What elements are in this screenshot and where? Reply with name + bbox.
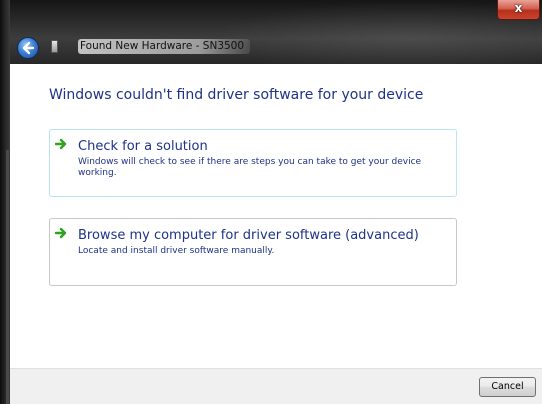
hardware-device-icon <box>51 40 58 53</box>
back-button[interactable] <box>17 37 39 59</box>
page-heading: Windows couldn't find driver software fo… <box>49 87 424 103</box>
cancel-button[interactable]: Cancel <box>479 377 536 397</box>
option-title: Browse my computer for driver software (… <box>78 228 419 243</box>
window-frame-left <box>0 0 10 404</box>
main-content: Windows couldn't find driver software fo… <box>10 64 542 368</box>
dialog-footer: Cancel <box>10 368 542 404</box>
dialog-window: x Found New Hardware - SN3500 Windows co… <box>0 0 542 404</box>
title-bar[interactable] <box>10 0 542 64</box>
option-title: Check for a solution <box>78 139 208 154</box>
green-arrow-icon <box>55 138 67 150</box>
browse-computer-option[interactable]: Browse my computer for driver software (… <box>49 218 457 286</box>
close-icon: x <box>514 1 523 15</box>
green-arrow-icon <box>55 227 67 239</box>
option-description: Windows will check to see if there are s… <box>78 157 422 178</box>
option-description: Locate and install driver software manua… <box>78 246 275 256</box>
close-button[interactable]: x <box>497 0 540 20</box>
check-for-solution-option[interactable]: Check for a solution Windows will check … <box>49 129 457 197</box>
window-title: Found New Hardware - SN3500 <box>78 39 251 54</box>
back-arrow-icon <box>22 41 35 55</box>
